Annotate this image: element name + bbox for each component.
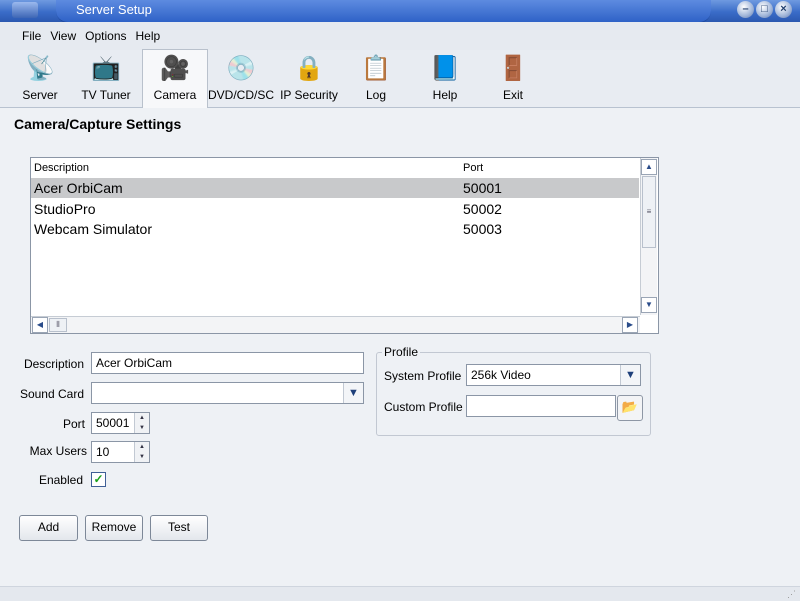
list-header: Description Port	[31, 158, 639, 177]
spin-down-icon[interactable]: ▼	[134, 452, 149, 462]
menu-bar: File View Options Help	[0, 22, 800, 50]
spin-up-icon[interactable]: ▲	[134, 413, 149, 423]
menu-file[interactable]: File	[22, 29, 41, 43]
scroll-right-arrow-icon[interactable]: ▶	[622, 317, 638, 333]
vertical-scrollbar[interactable]: ▲ ≡ ▼	[640, 158, 657, 315]
max-users-spin-buttons[interactable]: ▲ ▼	[134, 442, 149, 462]
sound-card-label: Sound Card	[19, 387, 84, 401]
horizontal-scrollbar[interactable]: ◀ ⦀ ▶	[31, 316, 640, 333]
toolbar-label: IP Security	[280, 88, 338, 102]
column-header-port[interactable]: Port	[463, 162, 483, 174]
row-description: Webcam Simulator	[34, 221, 153, 237]
test-button[interactable]: Test	[150, 515, 208, 541]
horizontal-scroll-thumb[interactable]: ⦀	[49, 318, 67, 332]
minimize-button[interactable]: –	[737, 1, 754, 18]
port-value: 50001	[96, 416, 130, 430]
toolbar-ip-security-button[interactable]: 🔒 IP Security	[280, 50, 338, 106]
scroll-up-arrow-icon[interactable]: ▲	[641, 159, 657, 175]
max-users-stepper[interactable]: 10 ▲ ▼	[91, 441, 150, 463]
toolbar-label: Camera	[153, 88, 197, 102]
toolbar-label: DVD/CD/SC	[208, 88, 275, 102]
row-description: StudioPro	[34, 201, 96, 217]
scroll-left-arrow-icon[interactable]: ◀	[32, 317, 48, 333]
tv-icon: 📺	[91, 55, 121, 82]
toolbar-help-button[interactable]: 📘 Help	[424, 50, 466, 106]
scroll-down-arrow-icon[interactable]: ▼	[641, 297, 657, 313]
vertical-scroll-thumb[interactable]: ≡	[642, 176, 656, 248]
close-button[interactable]: ×	[775, 1, 792, 18]
custom-profile-field[interactable]	[466, 395, 616, 417]
menu-view[interactable]: View	[50, 29, 76, 43]
list-row[interactable]: Acer OrbiCam 50001	[31, 178, 639, 198]
toolbar-label: TV Tuner	[81, 88, 131, 102]
satellite-dish-icon: 📡	[25, 55, 55, 82]
sound-card-select[interactable]: ▼	[91, 382, 364, 404]
log-icon: 📋	[361, 55, 391, 82]
list-row[interactable]: StudioPro 50002	[31, 199, 639, 219]
port-stepper[interactable]: 50001 ▲ ▼	[91, 412, 150, 434]
title-bar: Server Setup – □ ×	[0, 0, 800, 23]
camera-icon: 🎥	[160, 55, 190, 82]
toolbar-label: Exit	[502, 88, 523, 102]
spin-down-icon[interactable]: ▼	[134, 423, 149, 433]
toolbar-dvd-button[interactable]: 💿 DVD/CD/SC	[208, 50, 274, 106]
exit-door-icon: 🚪	[498, 55, 528, 82]
system-profile-label: System Profile	[384, 369, 462, 383]
disc-icon: 💿	[226, 55, 256, 82]
status-bar: ⋰	[0, 586, 800, 601]
max-users-label: Max Users	[29, 444, 87, 458]
chevron-down-icon[interactable]: ▼	[343, 383, 363, 403]
column-header-description[interactable]: Description	[34, 162, 89, 174]
port-spin-buttons[interactable]: ▲ ▼	[134, 413, 149, 433]
toolbar-label: Help	[432, 88, 458, 102]
system-profile-select[interactable]: 256k Video ▼	[466, 364, 641, 386]
max-users-value: 10	[96, 445, 110, 459]
description-field[interactable]: Acer OrbiCam	[91, 352, 364, 374]
list-row[interactable]: Webcam Simulator 50003	[31, 219, 639, 239]
enabled-checkbox[interactable]: ✓	[91, 472, 106, 487]
custom-profile-label: Custom Profile	[384, 400, 463, 414]
padlock-icon: 🔒	[294, 55, 324, 82]
row-port: 50002	[463, 201, 502, 217]
check-icon: ✓	[93, 472, 104, 486]
description-label: Description	[23, 357, 84, 371]
browse-folder-button[interactable]: 📂	[617, 395, 643, 421]
profile-legend: Profile	[382, 345, 421, 359]
chevron-down-icon[interactable]: ▼	[620, 365, 640, 385]
toolbar-exit-button[interactable]: 🚪 Exit	[494, 50, 532, 106]
toolbar: 📡 Server 📺 TV Tuner 🎥 Camera 💿 DVD/CD/SC…	[0, 49, 800, 108]
title-panel	[56, 0, 711, 23]
toolbar-log-button[interactable]: 📋 Log	[356, 50, 396, 106]
menu-help[interactable]: Help	[136, 29, 161, 43]
resize-grip-icon[interactable]: ⋰	[787, 589, 796, 600]
toolbar-label: Log	[365, 88, 387, 102]
spin-up-icon[interactable]: ▲	[134, 442, 149, 452]
row-port: 50001	[463, 180, 502, 196]
folder-icon: 📂	[621, 399, 639, 414]
add-button[interactable]: Add	[19, 515, 78, 541]
system-profile-value: 256k Video	[471, 368, 531, 382]
toolbar-label: Server	[22, 88, 58, 102]
window-title: Server Setup	[76, 2, 152, 17]
app-icon[interactable]	[12, 2, 38, 18]
remove-button[interactable]: Remove	[85, 515, 143, 541]
page-title: Camera/Capture Settings	[14, 116, 182, 132]
help-book-icon: 📘	[430, 55, 460, 82]
capture-device-list[interactable]: Description Port Acer OrbiCam 50001 Stud…	[30, 157, 659, 334]
enabled-label: Enabled	[38, 473, 83, 487]
row-description: Acer OrbiCam	[34, 180, 123, 196]
port-label: Port	[62, 417, 85, 431]
toolbar-camera-button[interactable]: 🎥 Camera	[142, 49, 208, 108]
maximize-button[interactable]: □	[756, 1, 773, 18]
menu-options[interactable]: Options	[85, 29, 126, 43]
toolbar-tv-tuner-button[interactable]: 📺 TV Tuner	[76, 50, 136, 106]
row-port: 50003	[463, 221, 502, 237]
toolbar-server-button[interactable]: 📡 Server	[14, 50, 66, 106]
